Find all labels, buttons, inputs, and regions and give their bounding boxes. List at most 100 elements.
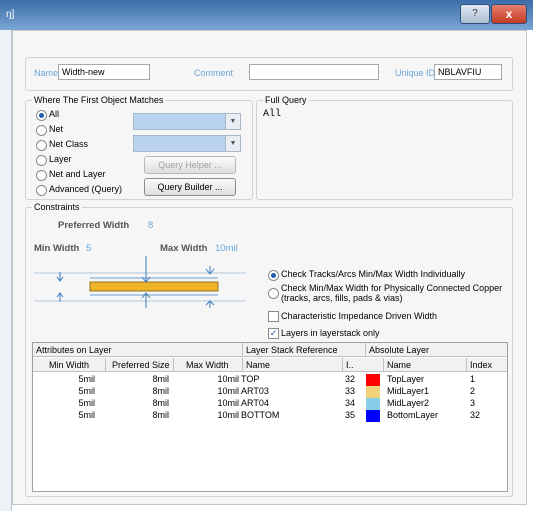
table-group-header: Attributes on Layer Layer Stack Referenc… bbox=[33, 343, 507, 357]
cell-min: 5mil bbox=[78, 398, 95, 408]
preferred-width-label: Preferred Width bbox=[58, 220, 130, 231]
name-label: Name bbox=[34, 68, 59, 78]
full-query-title: Full Query bbox=[263, 95, 309, 105]
group-stack-header: Layer Stack Reference bbox=[242, 343, 338, 357]
cell-pref: 8mil bbox=[152, 398, 169, 408]
radio-layer-label: Layer bbox=[49, 154, 72, 164]
radio-net[interactable] bbox=[36, 125, 47, 136]
chevron-down-icon: ▼ bbox=[225, 136, 240, 151]
layer-color-swatch bbox=[366, 410, 380, 422]
help-icon: ? bbox=[472, 8, 478, 19]
net-combo[interactable]: ▼ bbox=[133, 113, 241, 130]
layerstack-checkbox-label: Layers in layerstack only bbox=[281, 328, 380, 338]
radio-net-class[interactable] bbox=[36, 140, 47, 151]
radio-check-connected-copper[interactable] bbox=[268, 288, 279, 299]
rule-dialog: Name Width-new Comment Unique ID NBLAVFI… bbox=[12, 30, 527, 505]
cell-idx: 35 bbox=[345, 410, 356, 420]
cell-idx: 33 bbox=[345, 386, 356, 396]
cell-abs-name: MidLayer1 bbox=[387, 386, 430, 396]
radio-check-connected-copper-label: Check Min/Max Width for Physically Conne… bbox=[281, 283, 503, 293]
group-attributes-header: Attributes on Layer bbox=[36, 345, 112, 355]
close-button[interactable]: x bbox=[491, 4, 527, 24]
cell-index: 2 bbox=[470, 386, 476, 396]
max-width-value[interactable]: 10mil bbox=[215, 243, 238, 254]
constraints-group: Constraints Preferred Width 8 Min Width … bbox=[25, 202, 513, 497]
cell-name: TOP bbox=[241, 374, 260, 384]
cell-max: 10mil bbox=[217, 374, 239, 384]
preferred-width-value[interactable]: 8 bbox=[148, 220, 153, 231]
net-class-combo[interactable]: ▼ bbox=[133, 135, 241, 152]
radio-advanced-query[interactable] bbox=[36, 185, 47, 196]
cell-abs-name: MidLayer2 bbox=[387, 398, 430, 408]
cell-index: 1 bbox=[470, 374, 476, 384]
radio-all-label: All bbox=[49, 109, 60, 119]
cell-name: BOTTOM bbox=[241, 410, 280, 420]
cell-pref: 8mil bbox=[152, 410, 169, 420]
impedance-checkbox-label: Characteristic Impedance Driven Width bbox=[281, 311, 438, 321]
cell-name: ART03 bbox=[241, 386, 269, 396]
title-bar[interactable]: ŋ] ? x bbox=[0, 0, 533, 30]
cell-abs-name: BottomLayer bbox=[387, 410, 439, 420]
col-idx[interactable]: I.. bbox=[342, 358, 354, 372]
max-width-arrow-up-icon bbox=[205, 300, 215, 308]
match-group: Where The First Object Matches All Net N… bbox=[25, 95, 253, 200]
radio-net-label: Net bbox=[49, 124, 64, 134]
col-preferred-size[interactable]: Preferred Size bbox=[105, 358, 170, 372]
radio-all[interactable] bbox=[36, 110, 47, 121]
query-helper-button[interactable]: Query Helper ... bbox=[144, 156, 236, 174]
cell-max: 10mil bbox=[217, 386, 239, 396]
window-title: ŋ] bbox=[6, 9, 15, 20]
help-button[interactable]: ? bbox=[460, 4, 490, 24]
impedance-checkbox[interactable] bbox=[268, 311, 279, 322]
table-row[interactable]: 5mil 8mil 10mil BOTTOM 35 BottomLayer 32 bbox=[33, 410, 507, 422]
layer-table: Attributes on Layer Layer Stack Referenc… bbox=[32, 342, 508, 492]
comment-label: Comment bbox=[194, 68, 234, 78]
layer-color-swatch bbox=[366, 374, 380, 386]
table-row[interactable]: 5mil 8mil 10mil ART04 34 MidLayer2 3 bbox=[33, 398, 507, 410]
track-bar bbox=[89, 281, 219, 292]
col-max-width[interactable]: Max Width bbox=[173, 358, 229, 372]
cell-abs-name: TopLayer bbox=[387, 374, 425, 384]
rule-header-group: Name Width-new Comment Unique ID NBLAVFI… bbox=[25, 57, 513, 91]
col-min-width[interactable]: Min Width bbox=[49, 358, 89, 372]
cell-min: 5mil bbox=[78, 410, 95, 420]
cell-idx: 32 bbox=[345, 374, 356, 384]
preferred-width-arrow-down-icon bbox=[141, 256, 151, 283]
cell-max: 10mil bbox=[217, 410, 239, 420]
full-query-text[interactable]: All bbox=[263, 109, 281, 120]
table-row[interactable]: 5mil 8mil 10mil ART03 33 MidLayer1 2 bbox=[33, 386, 507, 398]
background-window-edge bbox=[0, 30, 12, 511]
group-absolute-header: Absolute Layer bbox=[365, 343, 429, 357]
col-name[interactable]: Name bbox=[242, 358, 270, 372]
table-row[interactable]: 5mil 8mil 10mil TOP 32 TopLayer 1 bbox=[33, 374, 507, 386]
radio-check-connected-copper-sublabel: (tracks, arcs, fills, pads & vias) bbox=[281, 293, 403, 303]
chevron-down-icon: ▼ bbox=[225, 114, 240, 129]
col-index[interactable]: Index bbox=[466, 358, 492, 372]
cell-index: 32 bbox=[470, 410, 481, 420]
col-abs-name[interactable]: Name bbox=[383, 358, 411, 372]
radio-check-individually[interactable] bbox=[268, 270, 279, 281]
cell-name: ART04 bbox=[241, 398, 269, 408]
radio-layer[interactable] bbox=[36, 155, 47, 166]
query-builder-button[interactable]: Query Builder ... bbox=[144, 178, 236, 196]
comment-input[interactable] bbox=[249, 64, 379, 80]
layerstack-checkbox[interactable]: ✓ bbox=[268, 328, 279, 339]
width-diagram bbox=[34, 256, 246, 308]
radio-net-class-label: Net Class bbox=[49, 139, 89, 149]
cell-min: 5mil bbox=[78, 374, 95, 384]
match-group-title: Where The First Object Matches bbox=[32, 95, 166, 105]
cell-pref: 8mil bbox=[152, 374, 169, 384]
name-input[interactable]: Width-new bbox=[58, 64, 150, 80]
radio-net-and-layer-label: Net and Layer bbox=[49, 169, 106, 179]
constraints-title: Constraints bbox=[32, 202, 82, 212]
unique-id-input[interactable]: NBLAVFIU bbox=[434, 64, 502, 80]
max-width-label: Max Width bbox=[160, 243, 208, 254]
cell-max: 10mil bbox=[217, 398, 239, 408]
cell-idx: 34 bbox=[345, 398, 356, 408]
radio-advanced-query-label: Advanced (Query) bbox=[49, 184, 123, 194]
min-width-value[interactable]: 5 bbox=[86, 243, 91, 254]
radio-net-and-layer[interactable] bbox=[36, 170, 47, 181]
layer-color-swatch bbox=[366, 386, 380, 398]
min-width-label: Min Width bbox=[34, 243, 80, 254]
table-column-header: Min Width Preferred Size Max Width Name … bbox=[33, 358, 507, 372]
